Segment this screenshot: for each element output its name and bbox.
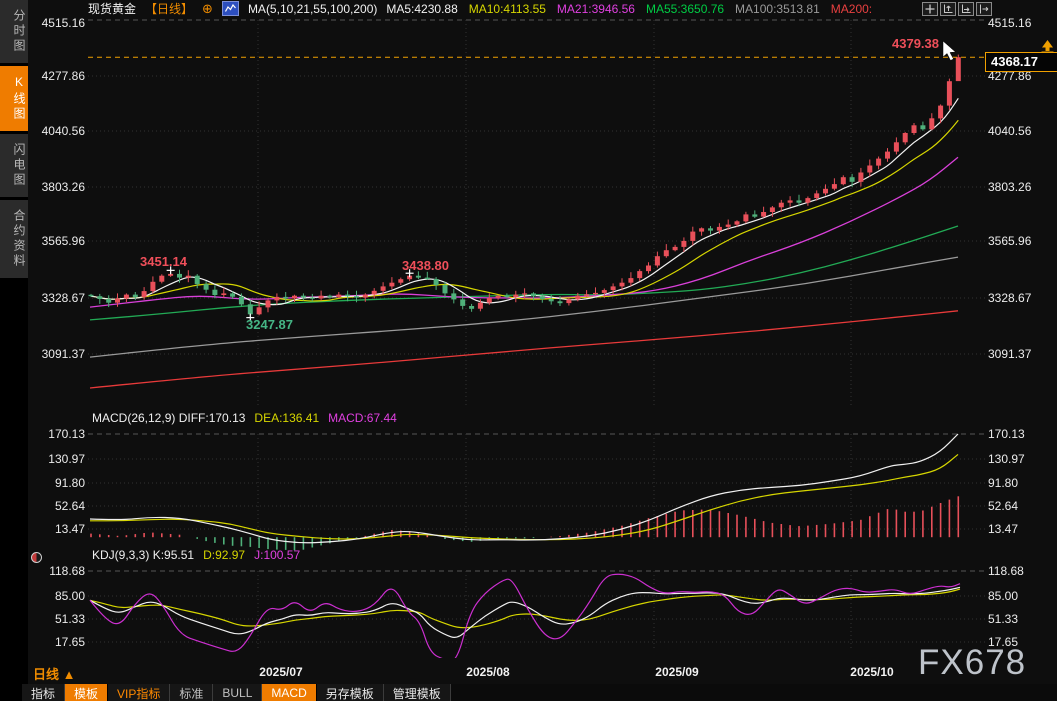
kdj-axis-label: 17.65 bbox=[28, 635, 85, 649]
symbol-name: 现货黄金 bbox=[88, 0, 136, 17]
tab-indicator[interactable]: 指标 bbox=[22, 684, 65, 701]
tab-manage-template[interactable]: 管理模板 bbox=[384, 684, 451, 701]
kdj-panel-header: KDJ(9,3,3) K:95.51 D:92.97 J:100.57 bbox=[92, 548, 300, 562]
annotation-session-high: 4379.38 bbox=[892, 36, 939, 51]
chart-canvas[interactable] bbox=[0, 0, 1057, 701]
kdj-axis-label: 51.33 bbox=[28, 612, 85, 626]
ma-value-3: MA55:3650.76 bbox=[646, 2, 724, 16]
date-label: 2025/10 bbox=[842, 665, 902, 679]
kdj-axis-label: 51.33 bbox=[988, 612, 1056, 626]
macd-dea-value: DEA:136.41 bbox=[254, 411, 319, 425]
add-indicator-icon[interactable]: ⊕ bbox=[202, 1, 213, 17]
axis-zoom-vertical-icon[interactable] bbox=[940, 2, 956, 16]
ma-group-label: MA(5,10,21,55,100,200) bbox=[248, 2, 377, 16]
crosshair-tool-icon[interactable] bbox=[922, 2, 938, 16]
price-axis-label: 3803.26 bbox=[988, 180, 1056, 194]
tab-vip-indicator[interactable]: VIP指标 bbox=[108, 684, 170, 701]
kdj-axis-label: 118.68 bbox=[988, 564, 1056, 578]
price-axis-label: 3328.67 bbox=[988, 291, 1056, 305]
exit-panel-icon[interactable] bbox=[976, 2, 992, 16]
toolbar-corner bbox=[0, 684, 22, 701]
macd-axis-label: 52.64 bbox=[28, 499, 85, 513]
sidebar-tab-lightning-chart[interactable]: 闪电图 bbox=[0, 134, 28, 197]
kdj-title: KDJ(9,3,3) bbox=[92, 548, 149, 562]
kdj-lines bbox=[90, 574, 960, 660]
kdj-axis-label: 85.00 bbox=[988, 589, 1056, 603]
annotation-peak-3451: 3451.14 bbox=[140, 254, 187, 269]
ma-value-4: MA100:3513.81 bbox=[735, 2, 820, 16]
price-axis-label: 3565.96 bbox=[28, 234, 85, 248]
price-axis-label: 4040.56 bbox=[988, 124, 1056, 138]
kdj-j-value: J:100.57 bbox=[254, 548, 300, 562]
ma-value-2: MA21:3946.56 bbox=[557, 2, 635, 16]
sidebar-tab-time-chart[interactable]: 分时图 bbox=[0, 0, 28, 63]
sidebar-tab-contract-info[interactable]: 合约资料 bbox=[0, 200, 28, 278]
chart-tool-buttons bbox=[922, 2, 992, 16]
annotation-trough-3247: 3247.87 bbox=[246, 317, 293, 332]
chart-type-icon[interactable] bbox=[222, 1, 239, 16]
indicator-settings-icon[interactable] bbox=[31, 552, 42, 563]
macd-axis-label: 130.97 bbox=[28, 452, 85, 466]
bottom-toolbar: 指标模板VIP指标标准BULLMACD另存模板管理模板 bbox=[0, 684, 1057, 701]
tab-template[interactable]: 模板 bbox=[65, 684, 108, 701]
period-selector[interactable]: 【日线】 bbox=[145, 0, 193, 17]
macd-axis-label: 91.80 bbox=[28, 476, 85, 490]
price-axis-label: 4277.86 bbox=[28, 69, 85, 83]
macd-title: MACD(26,12,9) bbox=[92, 411, 175, 425]
macd-axis-label: 170.13 bbox=[988, 427, 1056, 441]
kdj-k-value: K:95.51 bbox=[153, 548, 194, 562]
watermark: FX678 bbox=[918, 643, 1026, 683]
left-sidebar: 分时图 K线图闪电图合约资料 bbox=[0, 0, 28, 701]
chart-header: 现货黄金 【日线】 ⊕ MA(5,10,21,55,100,200) MA5:4… bbox=[88, 1, 872, 16]
tab-macd[interactable]: MACD bbox=[262, 684, 316, 701]
ma-lines bbox=[90, 98, 958, 388]
macd-axis-label: 13.47 bbox=[28, 522, 85, 536]
axis-zoom-horizontal-icon[interactable] bbox=[958, 2, 974, 16]
macd-axis-label: 130.97 bbox=[988, 452, 1056, 466]
macd-diff-value: DIFF:170.13 bbox=[179, 411, 246, 425]
ma-value-5: MA200: bbox=[831, 2, 872, 16]
last-price-box: 4368.17 bbox=[985, 52, 1057, 72]
macd-axis-label: 13.47 bbox=[988, 522, 1056, 536]
kdj-axis-label: 118.68 bbox=[28, 564, 85, 578]
ma-values: MA5:4230.88 MA10:4113.55 MA21:3946.56 MA55:… bbox=[386, 2, 872, 16]
price-axis-label: 3091.37 bbox=[28, 347, 85, 361]
annotation-peak-3438: 3438.80 bbox=[402, 258, 449, 273]
date-label: 2025/07 bbox=[251, 665, 311, 679]
macd-axis-label: 170.13 bbox=[28, 427, 85, 441]
macd-panel-header: MACD(26,12,9) DIFF:170.13 DEA:136.41 MAC… bbox=[92, 411, 397, 425]
candlestick-series bbox=[89, 55, 961, 318]
period-dropdown[interactable]: 日线 ▲ bbox=[33, 664, 75, 683]
ma-value-1: MA10:4113.55 bbox=[469, 2, 546, 16]
ma-value-0: MA5:4230.88 bbox=[386, 2, 457, 16]
price-axis-label: 3565.96 bbox=[988, 234, 1056, 248]
price-axis-label: 3803.26 bbox=[28, 180, 85, 194]
tab-save-template[interactable]: 另存模板 bbox=[317, 684, 384, 701]
price-axis-label: 3091.37 bbox=[988, 347, 1056, 361]
date-axis: 日线 ▲ 2025/07 2025/08 2025/09 2025/10 bbox=[0, 658, 1057, 684]
macd-axis-label: 91.80 bbox=[988, 476, 1056, 490]
price-axis-label: 4040.56 bbox=[28, 124, 85, 138]
sidebar-tab-kline-chart[interactable]: K线图 bbox=[0, 66, 28, 131]
macd-macd-value: MACD:67.44 bbox=[328, 411, 397, 425]
kdj-d-value: D:92.97 bbox=[203, 548, 245, 562]
date-label: 2025/08 bbox=[458, 665, 518, 679]
kdj-axis-label: 85.00 bbox=[28, 589, 85, 603]
price-axis-label: 3328.67 bbox=[28, 291, 85, 305]
trading-chart-window: FX678 分时图 K线图闪电图合约资料 现货黄金 【日线】 ⊕ MA(5,10,… bbox=[0, 0, 1057, 701]
tab-bull[interactable]: BULL bbox=[213, 684, 262, 701]
price-axis-label: 4515.16 bbox=[988, 16, 1056, 30]
macd-lines bbox=[90, 434, 958, 543]
date-label: 2025/09 bbox=[647, 665, 707, 679]
macd-axis-label: 52.64 bbox=[988, 499, 1056, 513]
tab-standard[interactable]: 标准 bbox=[170, 684, 213, 701]
price-axis-label: 4515.16 bbox=[28, 16, 85, 30]
